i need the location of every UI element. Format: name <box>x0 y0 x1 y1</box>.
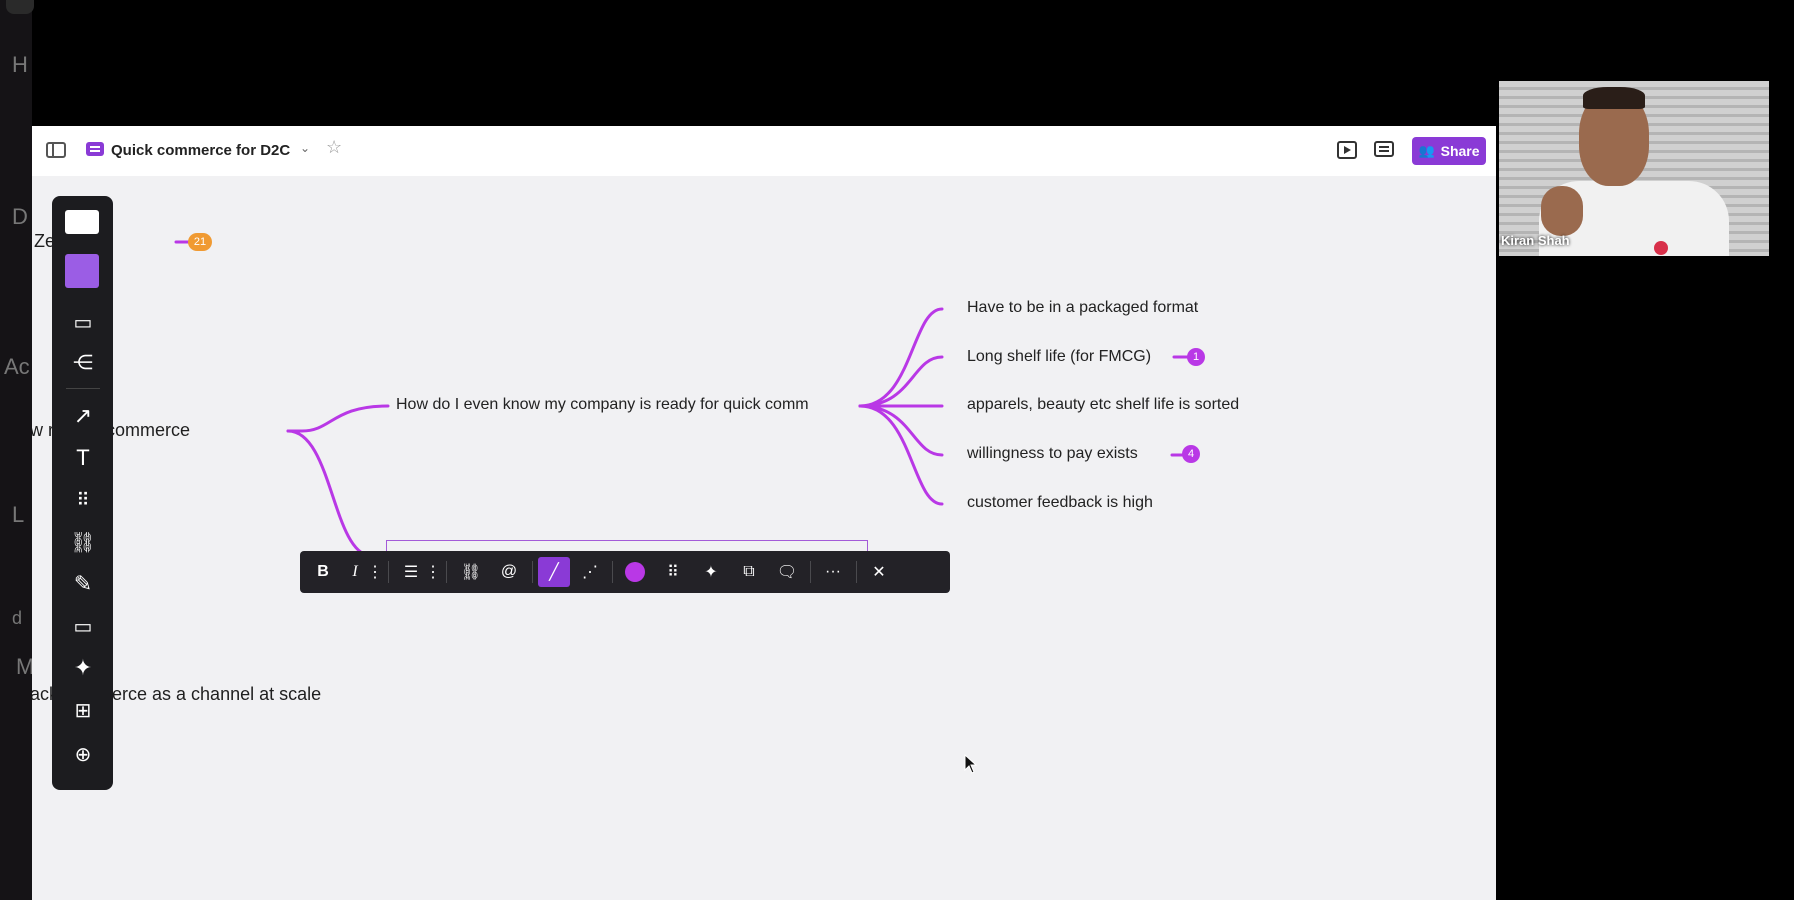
participant-hair <box>1583 87 1645 109</box>
bullet-list-icon[interactable]: ☰ <box>396 557 426 587</box>
video-tile[interactable]: Kiran Shah <box>1499 81 1769 256</box>
duplicate-icon[interactable]: ⧉ <box>732 557 766 587</box>
whiteboard-app: Quick commerce for D2C ⌄ ☆ 👥 Share Ze ur… <box>32 126 1496 900</box>
leaf-node[interactable]: apparels, beauty etc shelf life is sorte… <box>967 396 1239 414</box>
mention-button[interactable]: @ <box>492 557 526 587</box>
leaf-node[interactable]: customer feedback is high <box>967 494 1153 512</box>
ai-sparkle-icon[interactable]: ✦ <box>65 652 101 684</box>
comment-count-badge[interactable]: 4 <box>1182 445 1200 463</box>
toolbar-divider <box>810 561 811 583</box>
ghost-letter: L <box>12 502 25 527</box>
arrow-tool-icon[interactable]: ↗ <box>65 400 101 432</box>
more-button[interactable]: ··· <box>816 557 850 587</box>
link-tool-icon[interactable]: ⛓ <box>65 526 101 558</box>
ghost-letter: D <box>12 204 28 229</box>
background-shape <box>6 0 34 14</box>
card-tool-icon[interactable] <box>65 210 99 234</box>
ghost-letter: Ac <box>4 354 30 379</box>
italic-button[interactable]: I <box>342 557 368 587</box>
tool-palette: ▭ ⋲ ↗ T ⠿ ⛓ ✎ ▭ ✦ ⊞ ⊕ <box>52 196 113 790</box>
format-toolbar: B I ⋮ ☰ ⋮ ⛓ @ ╱ ⋰ ⠿ ✦ ⧉ 🗨 ··· ✕ <box>300 551 950 593</box>
ghost-letter: d <box>12 608 23 628</box>
participant-hand <box>1541 186 1583 236</box>
leaf-node[interactable]: Have to be in a packaged format <box>967 299 1198 317</box>
ai-sparkle-icon[interactable]: ✦ <box>694 557 728 587</box>
text-tool-icon[interactable]: T <box>65 442 101 474</box>
pen-tool-icon[interactable]: ✎ <box>65 568 101 600</box>
layout-tool-icon[interactable]: ⊞ <box>65 694 101 726</box>
leaf-node[interactable]: willingness to pay exists <box>967 445 1138 463</box>
mouse-cursor-icon <box>964 754 978 774</box>
line-style-icon[interactable]: ╱ <box>538 557 570 587</box>
ghost-letter: H <box>12 52 28 77</box>
frame-tool-icon[interactable]: ▭ <box>65 610 101 642</box>
comment-count-badge[interactable]: 1 <box>1187 348 1205 366</box>
sticky-note-tool-icon[interactable] <box>65 254 99 288</box>
color-picker-icon[interactable] <box>618 557 652 587</box>
grid-icon[interactable]: ⠿ <box>656 557 690 587</box>
mindmap-connectors <box>174 240 1196 558</box>
background-app-strip: H D Ac L d M <box>0 0 34 900</box>
palette-divider <box>66 388 100 389</box>
participant-name: Kiran Shah <box>1501 233 1570 248</box>
bold-button[interactable]: B <box>310 557 336 587</box>
dashed-line-icon[interactable]: ⋰ <box>574 557 606 587</box>
comment-count-badge[interactable]: 21 <box>188 233 212 251</box>
toolbar-divider <box>532 561 533 583</box>
link-icon[interactable]: ⛓ <box>454 557 488 587</box>
shirt-logo <box>1654 241 1668 255</box>
list-more-icon[interactable]: ⋮ <box>425 557 441 587</box>
close-button[interactable]: ✕ <box>862 557 896 587</box>
mindmap-tool-icon[interactable]: ⋲ <box>65 346 101 378</box>
grid-tool-icon[interactable]: ⠿ <box>65 484 101 516</box>
templates-tool-icon[interactable]: ▭ <box>65 306 101 338</box>
toolbar-divider <box>856 561 857 583</box>
branch-node[interactable]: How do I even know my company is ready f… <box>396 396 809 414</box>
comment-icon[interactable]: 🗨 <box>770 557 804 587</box>
toolbar-divider <box>446 561 447 583</box>
leaf-node[interactable]: Long shelf life (for FMCG) <box>967 348 1151 366</box>
text-more-icon[interactable]: ⋮ <box>367 557 383 587</box>
toolbar-divider <box>388 561 389 583</box>
toolbar-divider <box>612 561 613 583</box>
add-tool-icon[interactable]: ⊕ <box>65 738 101 770</box>
